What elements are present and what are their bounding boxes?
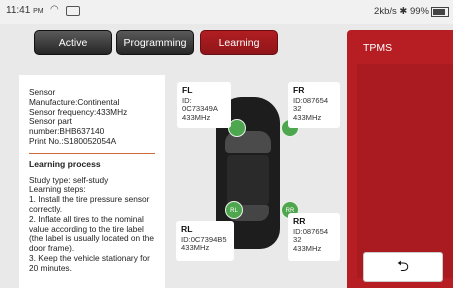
tab-programming[interactable]: Programming: [116, 30, 194, 55]
card-rr-pos: RR: [293, 216, 306, 226]
card-fl-freq: 433MHz: [182, 112, 211, 122]
tpms-panel-body: [357, 64, 453, 278]
card-fr-freq: 433MHz: [293, 112, 322, 122]
status-time: 11:41 PM: [6, 5, 44, 16]
card-rr[interactable]: RR ID:087654 32 433MHz: [288, 213, 340, 261]
card-rr-freq: 433MHz: [293, 243, 322, 253]
status-right: 2kb/s ✱ 99%: [374, 6, 429, 17]
card-rl-freq: 433MHz: [181, 243, 210, 253]
sensor-info-panel[interactable]: Sensor Manufacture:Continental Sensor fr…: [19, 75, 165, 288]
wheel-rl-dot[interactable]: RL: [225, 201, 243, 219]
card-fl-pos: FL: [182, 85, 193, 95]
card-fr-pos: FR: [293, 85, 305, 95]
car-roof: [227, 155, 269, 205]
learning-title: Learning process: [29, 158, 101, 169]
tab-learning[interactable]: Learning: [200, 30, 278, 55]
card-fl[interactable]: FL ID: 0C73349A 433MHz: [177, 82, 231, 128]
step-3: 3. Keep the vehicle stationary for 20 mi…: [29, 252, 150, 273]
card-fr[interactable]: FR ID:087654 32 433MHz: [288, 82, 340, 128]
step-2: 2. Inflate all tires to the nominal valu…: [29, 213, 154, 254]
status-bar: 11:41 PM ◠ 2kb/s ✱ 99%: [0, 0, 453, 24]
tpms-panel: TPMS: [347, 30, 453, 288]
divider: [29, 152, 155, 154]
card-rl-pos: RL: [181, 224, 193, 234]
battery-icon: [431, 7, 449, 17]
print-no: Print No.:S180052054A: [29, 135, 117, 146]
card-rl[interactable]: RL ID:0C7394B5 433MHz: [176, 221, 234, 261]
tab-active[interactable]: Active: [34, 30, 112, 55]
step-1: 1. Install the tire pressure sensor corr…: [29, 194, 150, 214]
back-arrow-icon: ⮌: [396, 258, 409, 275]
back-button[interactable]: ⮌: [363, 252, 443, 282]
notification-icon: [66, 6, 80, 16]
wifi-icon: ◠: [50, 4, 59, 15]
tpms-title: TPMS: [363, 42, 393, 54]
